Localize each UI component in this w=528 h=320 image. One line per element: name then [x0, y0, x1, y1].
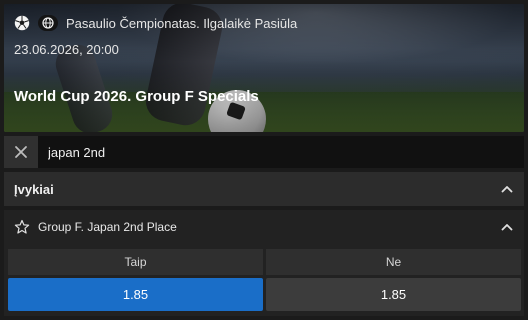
globe-icon: [38, 15, 58, 31]
event-date: 23.06.2026, 20:00: [14, 42, 119, 57]
events-section-label: Įvykiai: [14, 181, 54, 197]
league-row: Pasaulio Čempionatas. Ilgalaikė Pasiūla: [14, 15, 297, 31]
event-title: World Cup 2026. Group F Specials: [14, 88, 259, 105]
market-header[interactable]: Group F. Japan 2nd Place: [4, 210, 524, 244]
outcome-label-no: Ne: [266, 249, 521, 275]
chevron-up-icon: [501, 186, 513, 193]
odds-button-no[interactable]: 1.85: [266, 278, 521, 311]
chevron-up-icon[interactable]: [500, 220, 514, 234]
odds-button-yes[interactable]: 1.85: [8, 278, 263, 311]
outcome-label-yes: Taip: [8, 249, 263, 275]
clear-search-button[interactable]: [4, 136, 38, 168]
close-icon: [15, 146, 27, 158]
league-name[interactable]: Pasaulio Čempionatas. Ilgalaikė Pasiūla: [66, 16, 297, 31]
market-name: Group F. Japan 2nd Place: [38, 220, 177, 234]
search-bar: [4, 136, 524, 168]
star-icon[interactable]: [14, 219, 30, 235]
search-input[interactable]: [38, 136, 524, 168]
soccer-ball-icon: [14, 15, 30, 31]
events-section-toggle[interactable]: Įvykiai: [4, 172, 524, 206]
market-card: Group F. Japan 2nd Place Taip Ne 1.85 1.…: [4, 210, 524, 316]
event-banner: Pasaulio Čempionatas. Ilgalaikė Pasiūla …: [4, 4, 524, 132]
outcomes-grid: Taip Ne 1.85 1.85: [8, 249, 521, 311]
